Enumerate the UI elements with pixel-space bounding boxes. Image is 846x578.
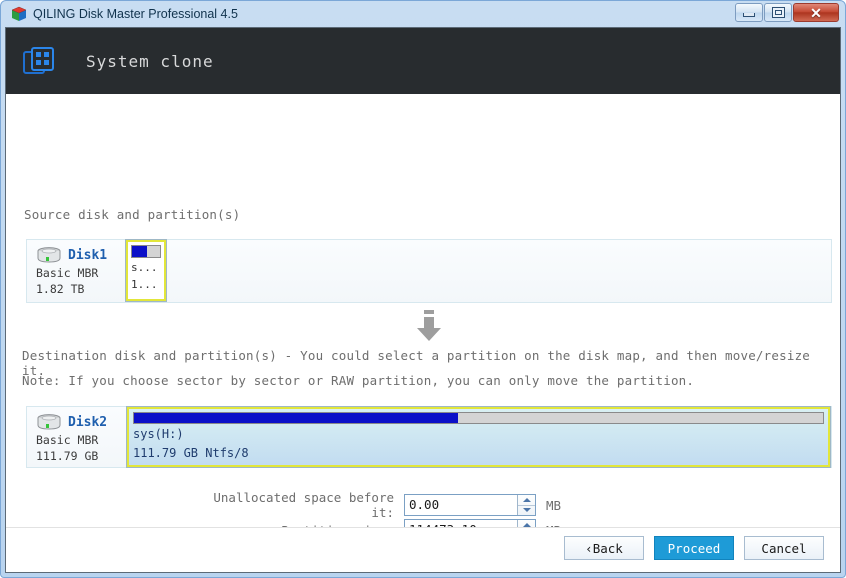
source-partition-usage-bar xyxy=(131,245,161,258)
unallocated-before-input[interactable]: 0.00 xyxy=(405,495,517,515)
maximize-icon xyxy=(771,7,785,18)
unallocated-before-stepper[interactable]: 0.00 xyxy=(404,494,536,516)
down-arrow-icon xyxy=(414,310,444,344)
footer-bar: ‹Back Proceed Cancel xyxy=(6,527,840,572)
application-window: QILING Disk Master Professional 4.5 ✕ Sy… xyxy=(0,0,846,578)
chevron-up-icon xyxy=(522,497,531,502)
client-area: System clone Source disk and partition(s… xyxy=(5,27,841,573)
spin-down-button[interactable] xyxy=(518,506,535,516)
footer-buttons: ‹Back Proceed Cancel xyxy=(564,536,824,560)
destination-partition-usage-bar xyxy=(133,412,824,424)
source-disk-name: Disk1 xyxy=(68,248,108,263)
spin-up-button[interactable] xyxy=(518,495,535,506)
destination-disk-capacity: 111.79 GB xyxy=(36,449,99,463)
source-partition-usage-fill xyxy=(132,246,147,257)
source-partition-block[interactable]: s... 1... xyxy=(125,239,167,302)
source-partition-name: s... xyxy=(131,261,158,274)
minimize-button[interactable] xyxy=(735,3,763,22)
source-disk-type: Basic MBR xyxy=(36,266,99,280)
title-bar: QILING Disk Master Professional 4.5 ✕ xyxy=(5,1,841,27)
source-section-label: Source disk and partition(s) xyxy=(24,207,241,222)
page-header: System clone xyxy=(6,28,840,94)
source-partition-details: 1... xyxy=(131,278,158,291)
close-button[interactable]: ✕ xyxy=(793,3,839,22)
source-disk-capacity: 1.82 TB xyxy=(36,282,85,296)
minimize-icon xyxy=(743,13,755,17)
hard-disk-icon xyxy=(35,413,63,432)
destination-partition-name: sys(H:) xyxy=(133,427,184,441)
source-disk-info: Disk1 Basic MBR 1.82 TB xyxy=(27,240,127,302)
unallocated-before-row: Unallocated space before it: 0.00 MB xyxy=(196,490,562,520)
unallocated-before-unit: MB xyxy=(546,497,562,513)
cancel-button[interactable]: Cancel xyxy=(744,536,824,560)
destination-disk-name: Disk2 xyxy=(68,415,108,430)
back-button[interactable]: ‹Back xyxy=(564,536,644,560)
cube-logo-icon xyxy=(11,6,27,22)
destination-note: Note: If you choose sector by sector or … xyxy=(22,373,695,388)
source-disk-head: Disk1 xyxy=(35,246,127,265)
system-clone-icon xyxy=(22,45,56,77)
window-title: QILING Disk Master Professional 4.5 xyxy=(33,7,238,21)
unallocated-before-label: Unallocated space before it: xyxy=(213,490,394,520)
destination-partition-block[interactable]: sys(H:) 111.79 GB Ntfs/8 xyxy=(126,406,831,468)
destination-disk-info: Disk2 Basic MBR 111.79 GB xyxy=(27,407,127,467)
body-area: Source disk and partition(s) Disk1 Basic… xyxy=(6,94,840,572)
chevron-down-icon xyxy=(522,508,531,513)
destination-partition-details: 111.79 GB Ntfs/8 xyxy=(133,446,249,460)
destination-disk-head: Disk2 xyxy=(35,413,127,432)
window-controls: ✕ xyxy=(734,3,839,22)
unallocated-before-spin-buttons[interactable] xyxy=(517,495,535,515)
hard-disk-icon xyxy=(35,246,63,265)
page-title: System clone xyxy=(86,51,214,71)
maximize-button[interactable] xyxy=(764,3,792,22)
destination-partition-usage-fill xyxy=(134,413,458,423)
proceed-button[interactable]: Proceed xyxy=(654,536,734,560)
destination-disk-type: Basic MBR xyxy=(36,433,99,447)
close-icon: ✕ xyxy=(810,4,822,21)
